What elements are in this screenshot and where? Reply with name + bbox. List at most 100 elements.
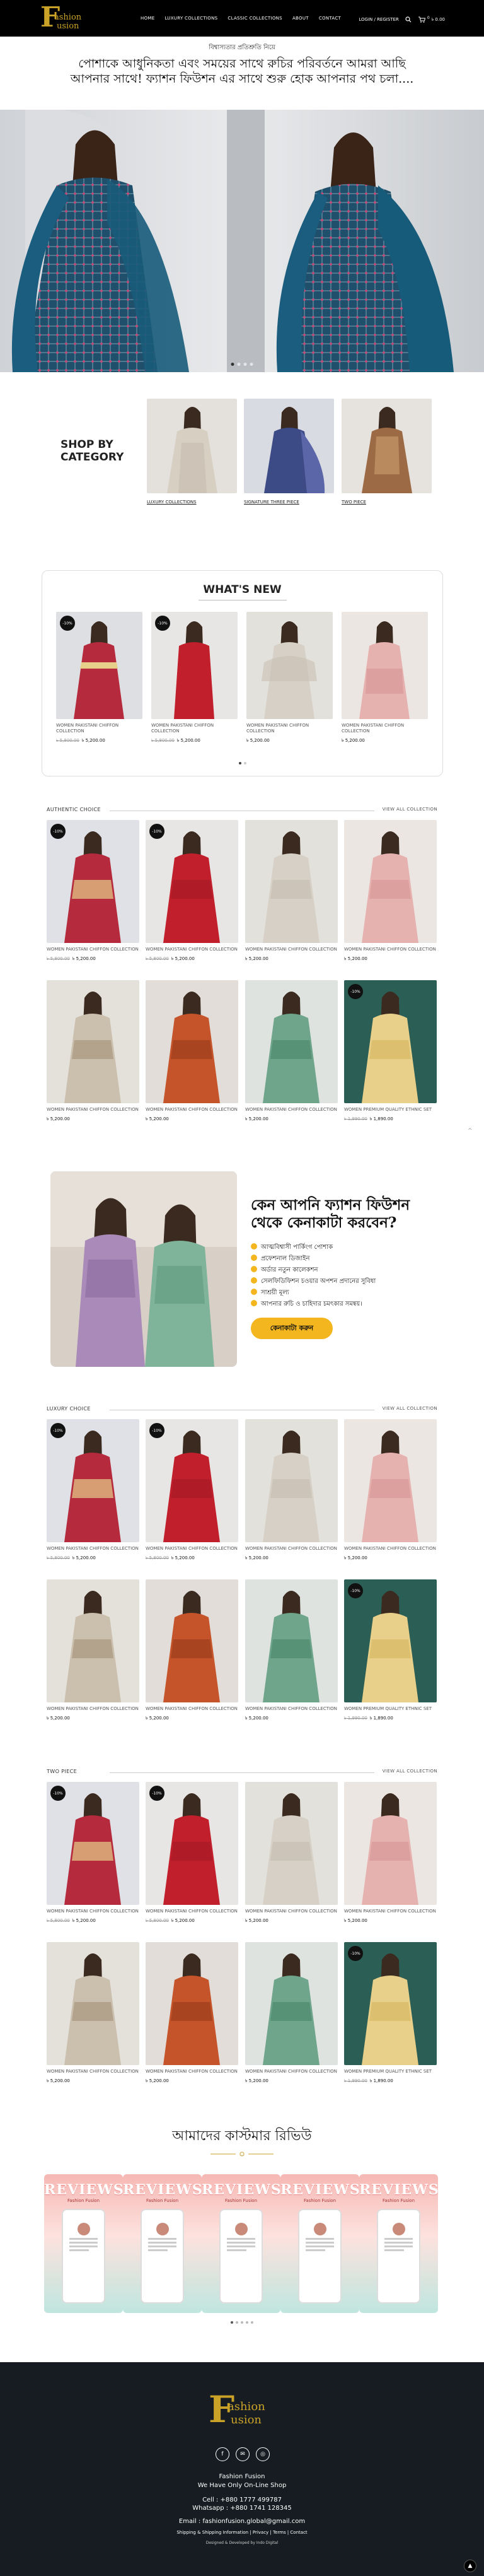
product-card[interactable]: -10% WOMEN PAKISTANI CHIFFON COLLECTION … (56, 612, 142, 744)
product-card[interactable]: WOMEN PAKISTANI CHIFFON COLLECTION ৳ 5,20… (47, 1579, 139, 1722)
nav-luxury[interactable]: LUXURY COLLECTIONS (164, 16, 217, 21)
product-card[interactable]: WOMEN PAKISTANI CHIFFON COLLECTION ৳ 5,20… (344, 820, 437, 963)
product-name[interactable]: WOMEN PAKISTANI CHIFFON COLLECTION (146, 2069, 238, 2075)
product-name[interactable]: WOMEN PAKISTANI CHIFFON COLLECTION (344, 947, 437, 952)
facebook-icon[interactable]: f (216, 2447, 229, 2461)
category-card[interactable]: TWO PIECE (342, 399, 432, 505)
product-card[interactable]: -10% WOMEN PREMIUM QUALITY ETHNIC SET ৳ 1,… (344, 1942, 437, 2085)
product-name[interactable]: WOMEN PREMIUM QUALITY ETHNIC SET (344, 1107, 437, 1113)
product-name[interactable]: WOMEN PAKISTANI CHIFFON COLLECTION (246, 723, 333, 734)
carousel-dot[interactable] (251, 2321, 253, 2324)
view-all-link[interactable]: VIEW ALL COLLECTION (383, 807, 437, 812)
category-card[interactable]: LUXURY COLLECTIONS (147, 399, 237, 505)
product-card[interactable]: WOMEN PAKISTANI CHIFFON COLLECTION ৳ 5,20… (344, 1419, 437, 1562)
footer-whatsapp[interactable]: Whatsapp : +880 1741 128345 (0, 2504, 484, 2512)
product-card[interactable]: WOMEN PAKISTANI CHIFFON COLLECTION ৳ 5,20… (245, 820, 338, 963)
product-name[interactable]: WOMEN PAKISTANI CHIFFON COLLECTION (47, 1546, 139, 1552)
product-card[interactable]: WOMEN PAKISTANI CHIFFON COLLECTION ৳ 5,20… (245, 980, 338, 1123)
scroll-to-top-button[interactable]: ▲ (464, 2560, 476, 2572)
product-name[interactable]: WOMEN PAKISTANI CHIFFON COLLECTION (146, 1546, 238, 1552)
view-all-link[interactable]: VIEW ALL COLLECTION (383, 1406, 437, 1411)
carousel-dot[interactable] (236, 2321, 238, 2324)
product-card[interactable]: -10% WOMEN PAKISTANI CHIFFON COLLECTION ৳ … (146, 1782, 238, 1924)
slider-dot[interactable] (237, 363, 241, 366)
footer-cell[interactable]: Cell : +880 1777 499787 (0, 2496, 484, 2504)
nav-about[interactable]: ABOUT (292, 16, 309, 21)
product-card[interactable]: WOMEN PAKISTANI CHIFFON COLLECTION ৳ 5,20… (344, 1782, 437, 1924)
product-name[interactable]: WOMEN PAKISTANI CHIFFON COLLECTION (146, 1909, 238, 1914)
search-icon[interactable] (405, 16, 412, 23)
category-label[interactable]: SIGNATURE THREE PIECE (244, 500, 334, 505)
carousel-dot[interactable] (246, 2321, 248, 2324)
slider-dot[interactable] (231, 363, 234, 366)
product-card[interactable]: WOMEN PAKISTANI CHIFFON COLLECTION ৳ 5,2… (342, 612, 428, 744)
product-name[interactable]: WOMEN PAKISTANI CHIFFON COLLECTION (245, 947, 338, 952)
product-name[interactable]: WOMEN PREMIUM QUALITY ETHNIC SET (344, 1706, 437, 1712)
review-card[interactable]: REVIEWS Fashion Fusion (123, 2174, 202, 2313)
product-card[interactable]: WOMEN PAKISTANI CHIFFON COLLECTION ৳ 5,20… (245, 1782, 338, 1924)
product-name[interactable]: WOMEN PAKISTANI CHIFFON COLLECTION (47, 1706, 139, 1712)
login-link[interactable]: LOGIN / REGISTER (359, 17, 398, 22)
product-name[interactable]: WOMEN PAKISTANI CHIFFON COLLECTION (146, 1107, 238, 1113)
carousel-dot[interactable] (231, 2321, 233, 2324)
product-card[interactable]: WOMEN PAKISTANI CHIFFON COLLECTION ৳ 5,2… (246, 612, 333, 744)
product-name[interactable]: WOMEN PAKISTANI CHIFFON COLLECTION (245, 2069, 338, 2075)
footer-logo[interactable]: F ashion usion (209, 2391, 278, 2432)
hero-slider[interactable] (0, 110, 484, 372)
carousel-dot[interactable] (243, 762, 246, 764)
product-name[interactable]: WOMEN PAKISTANI CHIFFON COLLECTION (342, 723, 428, 734)
product-card[interactable]: WOMEN PAKISTANI CHIFFON COLLECTION ৳ 5,20… (146, 980, 238, 1123)
product-card[interactable]: -10% WOMEN PAKISTANI CHIFFON COLLECTION ৳ … (146, 820, 238, 963)
product-card[interactable]: WOMEN PAKISTANI CHIFFON COLLECTION ৳ 5,20… (47, 1942, 139, 2085)
category-label[interactable]: TWO PIECE (342, 500, 432, 505)
product-name[interactable]: WOMEN PAKISTANI CHIFFON COLLECTION (344, 1909, 437, 1914)
product-card[interactable]: -10% WOMEN PREMIUM QUALITY ETHNIC SET ৳ 1,… (344, 1579, 437, 1722)
footer-links[interactable]: Shipping & Shipping Information | Privac… (0, 2529, 484, 2537)
product-name[interactable]: WOMEN PAKISTANI CHIFFON COLLECTION (47, 1909, 139, 1914)
product-card[interactable]: -10% WOMEN PAKISTANI CHIFFON COLLECTION ৳ … (146, 1419, 238, 1562)
shop-now-button[interactable]: কেনাকাটা করুন (251, 1318, 333, 1339)
product-card[interactable]: WOMEN PAKISTANI CHIFFON COLLECTION ৳ 5,20… (245, 1419, 338, 1562)
view-all-link[interactable]: VIEW ALL COLLECTION (383, 1769, 437, 1774)
carousel-dot[interactable] (241, 2321, 243, 2324)
product-card[interactable]: -10% WOMEN PREMIUM QUALITY ETHNIC SET ৳ 1,… (344, 980, 437, 1123)
footer-email[interactable]: Email : fashionfusion.global@gmail.com (0, 2517, 484, 2526)
product-card[interactable]: WOMEN PAKISTANI CHIFFON COLLECTION ৳ 5,20… (146, 1579, 238, 1722)
product-name[interactable]: WOMEN PAKISTANI CHIFFON COLLECTION (245, 1107, 338, 1113)
product-name[interactable]: WOMEN PAKISTANI CHIFFON COLLECTION (245, 1546, 338, 1552)
carousel-dot[interactable] (238, 762, 241, 764)
product-name[interactable]: WOMEN PAKISTANI CHIFFON COLLECTION (47, 947, 139, 952)
product-name[interactable]: WOMEN PREMIUM QUALITY ETHNIC SET (344, 2069, 437, 2075)
nav-classic[interactable]: CLASSIC COLLECTIONS (228, 16, 282, 21)
product-card[interactable]: WOMEN PAKISTANI CHIFFON COLLECTION ৳ 5,20… (146, 1942, 238, 2085)
product-name[interactable]: WOMEN PAKISTANI CHIFFON COLLECTION (151, 723, 238, 734)
product-name[interactable]: WOMEN PAKISTANI CHIFFON COLLECTION (344, 1546, 437, 1552)
product-name[interactable]: WOMEN PAKISTANI CHIFFON COLLECTION (146, 947, 238, 952)
product-card[interactable]: -10% WOMEN PAKISTANI CHIFFON COLLECTION ৳ … (47, 1782, 139, 1924)
product-name[interactable]: WOMEN PAKISTANI CHIFFON COLLECTION (245, 1706, 338, 1712)
product-card[interactable]: WOMEN PAKISTANI CHIFFON COLLECTION ৳ 5,20… (245, 1942, 338, 2085)
slider-dot[interactable] (243, 363, 247, 366)
instagram-icon[interactable]: ◎ (256, 2447, 270, 2461)
brand-logo[interactable]: F ashion usion (40, 4, 81, 32)
nav-home[interactable]: HOME (141, 16, 154, 21)
category-label[interactable]: LUXURY COLLECTIONS (147, 500, 237, 505)
product-name[interactable]: WOMEN PAKISTANI CHIFFON COLLECTION (245, 1909, 338, 1914)
cart-button[interactable]: 0 ৳ 0.00 (418, 16, 445, 23)
product-name[interactable]: WOMEN PAKISTANI CHIFFON COLLECTION (146, 1706, 238, 1712)
product-card[interactable]: WOMEN PAKISTANI CHIFFON COLLECTION ৳ 5,20… (245, 1579, 338, 1722)
review-card[interactable]: REVIEWS Fashion Fusion (359, 2174, 438, 2313)
email-icon[interactable]: ✉ (236, 2447, 250, 2461)
chevron-up-icon[interactable]: ^ (468, 1128, 473, 1134)
product-name[interactable]: WOMEN PAKISTANI CHIFFON COLLECTION (47, 1107, 139, 1113)
category-card[interactable]: SIGNATURE THREE PIECE (244, 399, 334, 505)
review-card[interactable]: REVIEWS Fashion Fusion (202, 2174, 280, 2313)
review-card[interactable]: REVIEWS Fashion Fusion (280, 2174, 359, 2313)
product-card[interactable]: -10% WOMEN PAKISTANI CHIFFON COLLECTION … (151, 612, 238, 744)
product-card[interactable]: WOMEN PAKISTANI CHIFFON COLLECTION ৳ 5,20… (47, 980, 139, 1123)
nav-contact[interactable]: CONTACT (319, 16, 341, 21)
slider-dot[interactable] (250, 363, 253, 366)
product-name[interactable]: WOMEN PAKISTANI CHIFFON COLLECTION (56, 723, 142, 734)
product-card[interactable]: -10% WOMEN PAKISTANI CHIFFON COLLECTION ৳ … (47, 1419, 139, 1562)
review-card[interactable]: REVIEWS Fashion Fusion (44, 2174, 123, 2313)
